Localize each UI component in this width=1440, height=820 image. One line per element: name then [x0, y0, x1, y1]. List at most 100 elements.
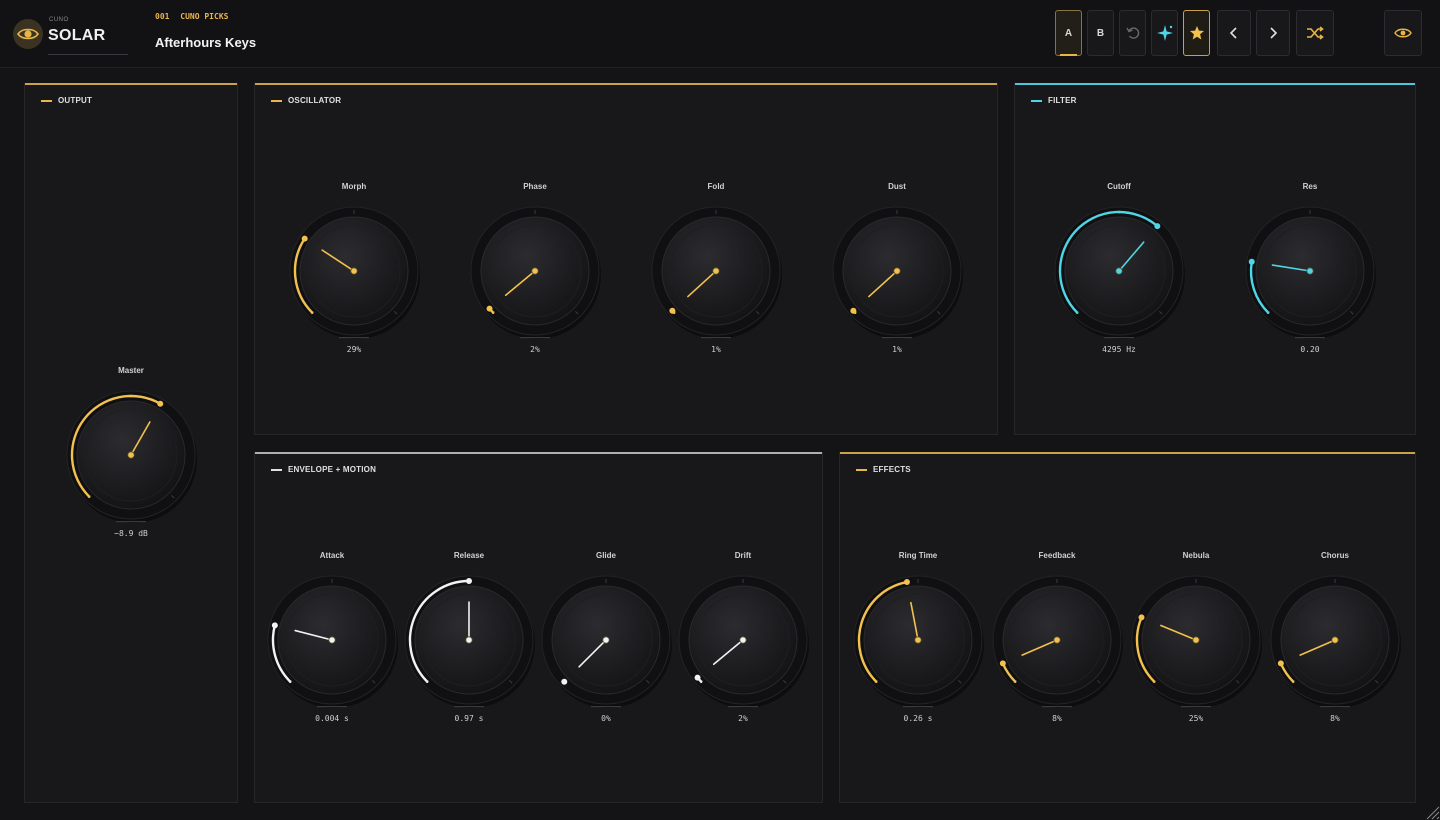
- knob-dust[interactable]: Dust 1%: [822, 182, 972, 359]
- knob-center-cap: [350, 267, 358, 275]
- filter-panel-accent: [1015, 83, 1415, 85]
- knob-drift[interactable]: Drift 2%: [668, 551, 818, 728]
- knob-value-dot: [669, 307, 676, 314]
- knob-center-cap: [739, 636, 747, 644]
- top-bar: CUNO SOLAR 001 CUNO PICKS Afterhours Key…: [0, 0, 1440, 68]
- knob-value-readout: 29%: [346, 345, 362, 354]
- knob-center-cap: [914, 636, 922, 644]
- previous-preset-button[interactable]: [1217, 10, 1251, 56]
- compare-b-button[interactable]: B: [1087, 10, 1114, 56]
- knob-value-dot: [1248, 258, 1255, 265]
- knob-value-readout: 25%: [1188, 714, 1204, 723]
- knob-value-dot: [903, 579, 910, 586]
- knob-center-cap: [1053, 636, 1061, 644]
- brand-name: SOLAR: [48, 27, 106, 44]
- knob-dial: [1054, 206, 1185, 339]
- knob-center-cap: [1115, 267, 1123, 275]
- knob-value-underline: [317, 706, 347, 708]
- undo-icon: [1125, 27, 1139, 39]
- preset-name[interactable]: Afterhours Keys: [155, 35, 256, 50]
- knob-dial: [470, 206, 601, 339]
- knob-value-underline: [520, 337, 550, 339]
- knob-label: Morph: [341, 182, 367, 191]
- knob-phase[interactable]: Phase 2%: [460, 182, 610, 359]
- knob-dial: [1131, 575, 1262, 708]
- preset-bank[interactable]: CUNO PICKS: [180, 12, 228, 21]
- randomize-sparkle-button[interactable]: [1151, 10, 1178, 56]
- knob-center-cap: [328, 636, 336, 644]
- knob-value-underline: [1042, 706, 1072, 708]
- knob-nebula[interactable]: Nebula 25%: [1121, 551, 1271, 728]
- resize-handle-icon[interactable]: [1422, 802, 1440, 820]
- knob-label: Res: [1302, 182, 1318, 191]
- knob-value-dot: [466, 578, 472, 584]
- knob-label: Glide: [595, 551, 616, 560]
- knob-value-dot: [561, 678, 568, 685]
- output-panel-accent: [25, 83, 237, 85]
- knob-cutoff[interactable]: Cutoff 4295 Hz: [1044, 182, 1194, 359]
- knob-value-dot: [271, 622, 278, 629]
- knob-value-readout: 0.20: [1300, 345, 1320, 354]
- knob-value-readout: 0.97 s: [454, 714, 484, 723]
- knob-value-readout: 8%: [1330, 714, 1340, 723]
- preset-code: 001 CUNO PICKS: [155, 12, 234, 21]
- knob-label: Release: [453, 551, 485, 560]
- knob-value-dot: [486, 305, 493, 312]
- knob-value-underline: [591, 706, 621, 708]
- knob-value-dot: [1154, 223, 1161, 230]
- compare-a-button[interactable]: A: [1055, 10, 1082, 56]
- knob-value-underline: [903, 706, 933, 708]
- knob-master[interactable]: Master −8.9 dB: [56, 366, 206, 543]
- knob-glide[interactable]: Glide 0%: [531, 551, 681, 728]
- knob-dial: [1270, 575, 1401, 708]
- oscillator-panel-title: OSCILLATOR: [271, 96, 341, 105]
- knob-center-cap: [712, 267, 720, 275]
- knob-label: Dust: [888, 182, 906, 191]
- knob-value-readout: 0.26 s: [903, 714, 933, 723]
- knob-dial: [832, 206, 963, 339]
- knob-value-underline: [701, 337, 731, 339]
- knob-release[interactable]: Release 0.97 s: [394, 551, 544, 728]
- knob-morph[interactable]: Morph 29%: [279, 182, 429, 359]
- knob-feedback[interactable]: Feedback 8%: [982, 551, 1132, 728]
- knob-dial: [404, 575, 535, 708]
- next-preset-button[interactable]: [1256, 10, 1290, 56]
- undo-button[interactable]: [1119, 10, 1146, 56]
- knob-dial: [66, 390, 197, 523]
- knob-value-underline: [454, 706, 484, 708]
- eye-logo-icon: [17, 28, 39, 40]
- view-toggle-button[interactable]: [1384, 10, 1422, 56]
- sparkle-icon: [1156, 25, 1173, 41]
- knob-chorus[interactable]: Chorus 8%: [1260, 551, 1410, 728]
- favorite-button[interactable]: [1183, 10, 1210, 56]
- knob-value-readout: 0.004 s: [315, 714, 349, 723]
- knob-value-readout: −8.9 dB: [114, 529, 148, 538]
- effects-panel-title: EFFECTS: [856, 465, 911, 474]
- knob-dial: [1245, 206, 1376, 339]
- compare-a-label: A: [1064, 27, 1073, 39]
- shuffle-button[interactable]: [1296, 10, 1334, 56]
- knob-center-cap: [531, 267, 539, 275]
- output-panel-title: OUTPUT: [41, 96, 92, 105]
- knob-center-cap: [1306, 267, 1314, 275]
- knob-dial: [289, 206, 420, 339]
- knob-value-readout: 1%: [711, 345, 721, 354]
- knob-attack[interactable]: Attack 0.004 s: [257, 551, 407, 728]
- knob-label: Drift: [734, 551, 752, 560]
- knob-center-cap: [1192, 636, 1200, 644]
- knob-value-dot: [694, 674, 701, 681]
- knob-dial: [992, 575, 1123, 708]
- knob-value-underline: [339, 337, 369, 339]
- knob-label: Cutoff: [1107, 182, 1131, 191]
- knob-value-underline: [1295, 337, 1325, 339]
- knob-ring-time[interactable]: Ring Time 0.26 s: [843, 551, 993, 728]
- knob-label: Nebula: [1182, 551, 1210, 560]
- knob-res[interactable]: Res 0.20: [1235, 182, 1385, 359]
- knob-value-readout: 8%: [1052, 714, 1062, 723]
- knob-fold[interactable]: Fold 1%: [641, 182, 791, 359]
- knob-value-underline: [116, 521, 146, 523]
- knob-center-cap: [602, 636, 610, 644]
- knob-dial: [541, 575, 672, 708]
- knob-value-readout: 4295 Hz: [1102, 345, 1136, 354]
- knob-value-dot: [1138, 614, 1145, 621]
